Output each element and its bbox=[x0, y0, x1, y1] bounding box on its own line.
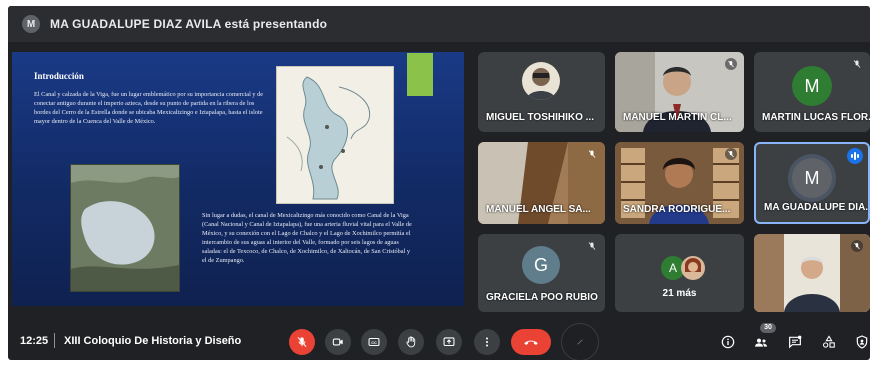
chat-icon bbox=[789, 335, 802, 349]
mic-off-icon bbox=[851, 240, 863, 252]
camera-icon bbox=[332, 338, 343, 346]
divider bbox=[54, 333, 55, 348]
people-count-badge: 30 bbox=[760, 323, 776, 333]
stop-presenting-icon bbox=[577, 339, 583, 345]
participant-tile[interactable]: MIGUEL TOSHIHIKO ... bbox=[478, 52, 605, 132]
host-controls-icon bbox=[856, 335, 868, 349]
raise-hand-button[interactable] bbox=[398, 329, 424, 355]
participant-name: SANDRA RODRIGUE... bbox=[623, 204, 731, 215]
mic-off-icon bbox=[297, 336, 307, 348]
mic-off-icon bbox=[853, 60, 861, 68]
presenter-avatar: M bbox=[22, 15, 40, 33]
more-icon bbox=[485, 337, 489, 347]
activities-button[interactable] bbox=[818, 331, 840, 353]
participant-tile[interactable]: SANDRA RODRIGUE... bbox=[615, 142, 744, 224]
info-icon bbox=[721, 335, 735, 349]
meeting-clock: 12:25 bbox=[20, 335, 49, 347]
slide-paragraph: El Canal y calzada de la Viga, fue un lu… bbox=[34, 91, 264, 125]
bottom-control-bar: 12:25 XIII Coloquio De Historia y Diseño… bbox=[8, 320, 870, 360]
shared-presentation[interactable]: Introducción El Canal y calzada de la Vi… bbox=[12, 52, 464, 306]
slide-title: Introducción bbox=[34, 71, 84, 81]
activities-icon bbox=[822, 335, 835, 348]
speaking-indicator-icon bbox=[847, 148, 863, 164]
more-participants-tile[interactable]: A 21 más bbox=[615, 234, 744, 312]
participant-avatar: M bbox=[792, 158, 832, 198]
mic-off-icon bbox=[588, 242, 596, 250]
participant-name: GRACIELA POO RUBIO bbox=[486, 292, 598, 303]
participant-photo bbox=[681, 256, 705, 280]
meeting-title: XIII Coloquio De Historia y Diseño bbox=[64, 335, 242, 347]
people-button[interactable] bbox=[750, 331, 772, 353]
participant-tile-active-speaker[interactable]: M MA GUADALUPE DIA... bbox=[754, 142, 870, 224]
participant-name: MANUEL ANGEL SA... bbox=[486, 204, 591, 215]
slide-accent-box bbox=[407, 53, 433, 96]
participant-tile[interactable]: M MARTIN LUCAS FLOR... bbox=[754, 52, 870, 132]
camera-toggle-button[interactable] bbox=[325, 329, 351, 355]
participant-tile[interactable]: MANUEL ANGEL SA... bbox=[478, 142, 605, 224]
participant-photo bbox=[522, 62, 560, 100]
host-controls-button[interactable] bbox=[851, 331, 870, 353]
people-icon bbox=[755, 338, 767, 347]
participant-name: MIGUEL TOSHIHIKO ... bbox=[486, 112, 594, 123]
leave-call-button[interactable] bbox=[511, 329, 551, 355]
captions-button[interactable]: CC bbox=[361, 329, 387, 355]
mic-off-icon bbox=[725, 58, 737, 70]
present-now-button[interactable] bbox=[436, 329, 462, 355]
slide-photo-image bbox=[70, 164, 180, 292]
meeting-details-button[interactable] bbox=[717, 331, 739, 353]
meet-window: M MA GUADALUPE DIAZ AVILA está presentan… bbox=[8, 6, 870, 360]
mic-toggle-button[interactable] bbox=[289, 329, 315, 355]
participant-name: MARTIN LUCAS FLOR... bbox=[762, 112, 870, 123]
participant-avatar: G bbox=[522, 246, 560, 284]
participant-name: MANUEL MARTIN CL... bbox=[623, 112, 732, 123]
slide-map-image bbox=[276, 66, 394, 204]
more-options-button[interactable] bbox=[474, 329, 500, 355]
participant-name: MA GUADALUPE DIA... bbox=[764, 202, 870, 213]
raise-hand-icon bbox=[406, 336, 416, 348]
slide-navigation-controls[interactable] bbox=[18, 298, 98, 304]
participant-tile[interactable] bbox=[754, 234, 870, 312]
mic-off-icon bbox=[588, 150, 596, 158]
presenter-status-text: MA GUADALUPE DIAZ AVILA está presentando bbox=[50, 17, 328, 31]
participant-tile[interactable]: MANUEL MARTIN CL... bbox=[615, 52, 744, 132]
present-icon bbox=[443, 337, 455, 347]
stop-presenting-button[interactable] bbox=[561, 323, 599, 360]
participant-avatar: M bbox=[792, 66, 832, 106]
slide-paragraph: Sin lugar a dudas, el canal de Mexicaltz… bbox=[202, 212, 412, 264]
mic-off-icon bbox=[725, 148, 737, 160]
more-participants-count: 21 más bbox=[662, 288, 697, 299]
captions-icon: CC bbox=[368, 337, 380, 347]
presenting-bar: M MA GUADALUPE DIAZ AVILA está presentan… bbox=[8, 6, 870, 42]
participant-tile[interactable]: G GRACIELA POO RUBIO bbox=[478, 234, 605, 312]
svg-text:CC: CC bbox=[371, 341, 377, 345]
chat-button[interactable] bbox=[784, 331, 806, 353]
leave-call-icon bbox=[524, 340, 538, 345]
